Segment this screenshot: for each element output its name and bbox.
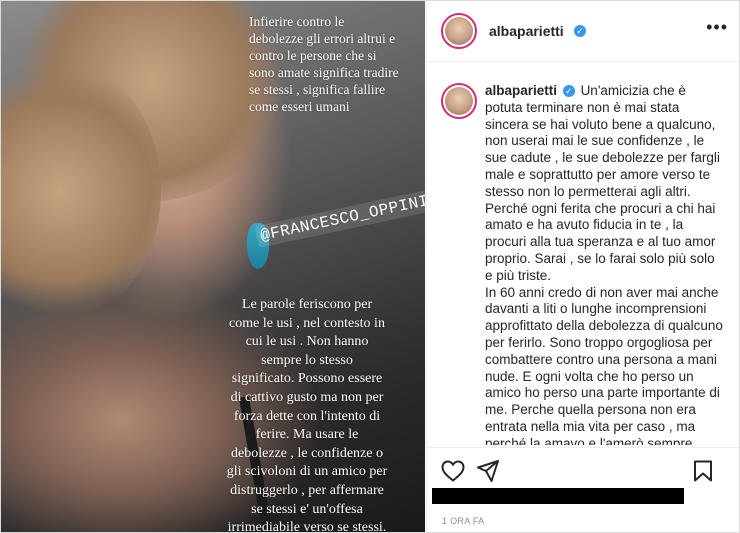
story-text-bottom: Le parole feriscono per come le usi , ne… [226, 297, 388, 533]
action-bar [427, 447, 739, 492]
caption: albaparietti ✓ Un'amicizia che è potuta … [485, 83, 725, 445]
story-text-top: Infierire contro le debolezze gli errori… [249, 14, 399, 114]
more-options-icon[interactable]: ••• [706, 17, 728, 38]
paper-plane-icon[interactable] [477, 460, 499, 482]
mention-sticker[interactable]: @FRANCESCO_OPPINI_82 [254, 182, 425, 248]
post-side-panel: albaparietti ✓ ••• albaparietti ✓ Un'ami… [426, 1, 739, 532]
avatar[interactable] [445, 87, 473, 115]
avatar[interactable] [445, 17, 473, 45]
heart-icon[interactable] [441, 460, 465, 482]
caption-scroll-area[interactable]: albaparietti ✓ Un'amicizia che è potuta … [427, 73, 739, 445]
post-timestamp[interactable]: 1 ORA FA [442, 516, 484, 526]
post-image[interactable]: Infierire contro le debolezze gli errori… [1, 1, 425, 533]
caption-paragraph: Perché ogni ferita che procuri a chi hai… [485, 200, 716, 283]
caption-username[interactable]: albaparietti [485, 83, 557, 98]
bookmark-icon[interactable] [693, 460, 713, 482]
header-username[interactable]: albaparietti [489, 23, 564, 39]
caption-paragraph: Un'amicizia che è potuta terminare non è… [485, 83, 720, 199]
post-header: albaparietti ✓ ••• [427, 1, 739, 62]
redacted-likes [432, 488, 684, 504]
instagram-post: Infierire contro le debolezze gli errori… [0, 0, 740, 533]
verified-badge-icon: ✓ [574, 25, 586, 37]
verified-badge-icon: ✓ [562, 85, 575, 98]
caption-paragraph: In 60 anni credo di non aver mai anche d… [485, 284, 723, 445]
